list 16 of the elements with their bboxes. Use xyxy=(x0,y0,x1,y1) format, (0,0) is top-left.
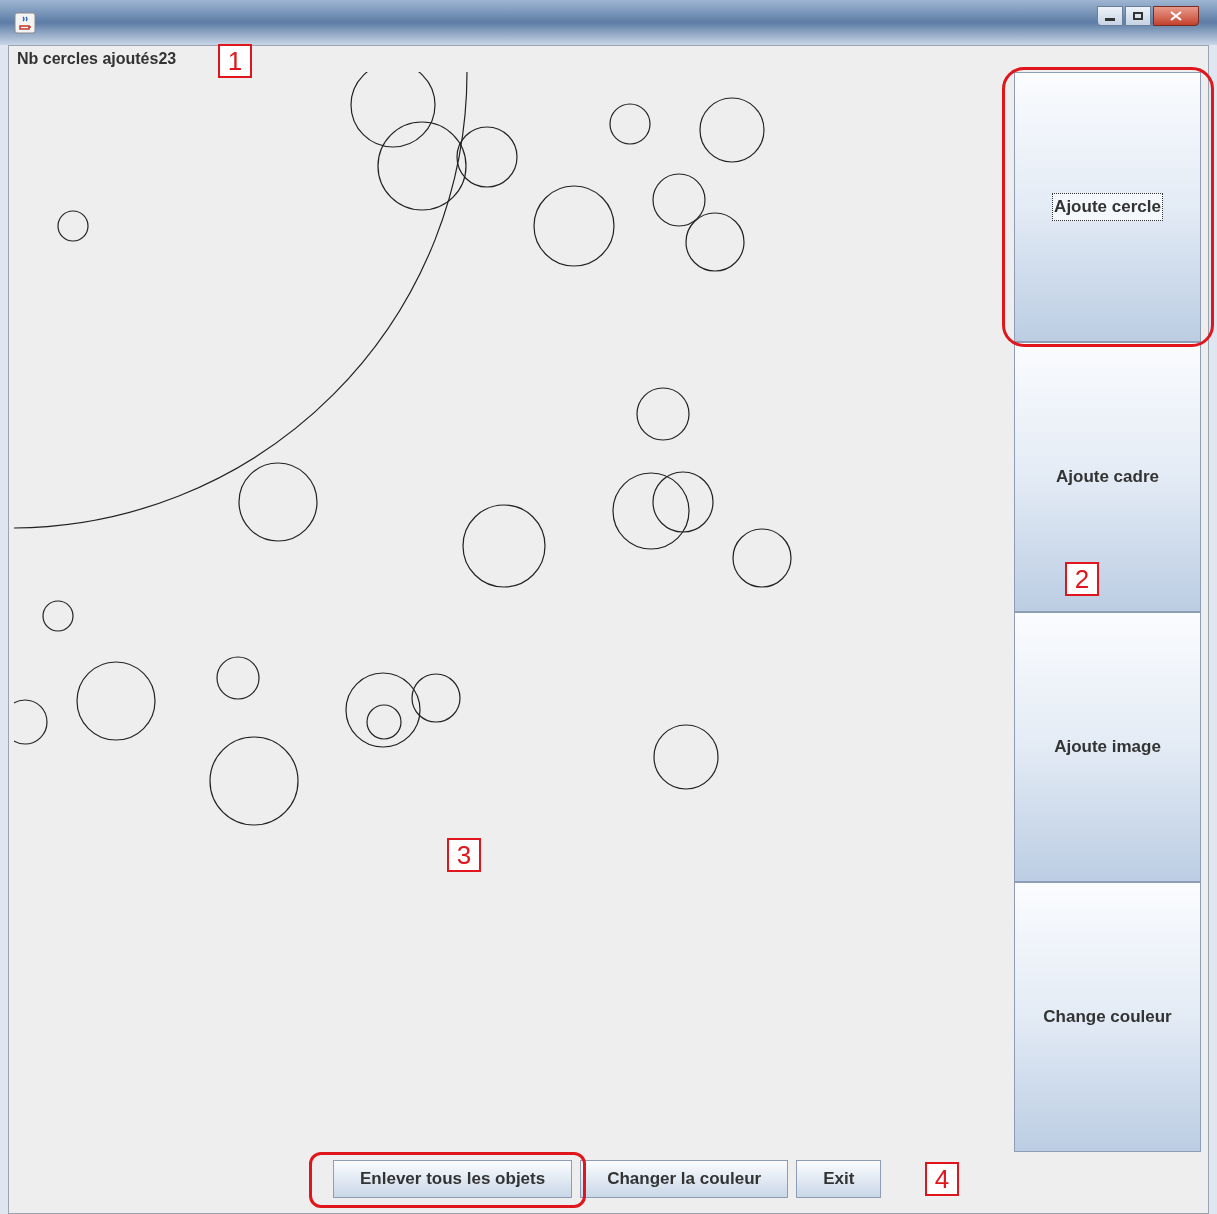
annotation-number: 2 xyxy=(1065,562,1099,596)
side-button[interactable]: Ajoute cercle xyxy=(1014,72,1201,342)
side-button[interactable]: Change couleur xyxy=(1014,882,1201,1152)
side-button[interactable]: Ajoute image xyxy=(1014,612,1201,882)
annotation-number: 1 xyxy=(218,44,252,78)
bottom-button[interactable]: Exit xyxy=(796,1160,882,1198)
close-icon xyxy=(1170,11,1182,21)
minimize-button[interactable] xyxy=(1097,6,1123,26)
close-button[interactable] xyxy=(1153,6,1199,26)
bottom-button[interactable]: Enlever tous les objets xyxy=(333,1160,573,1198)
java-cup-icon xyxy=(14,12,36,34)
maximize-button[interactable] xyxy=(1125,6,1151,26)
annotation-number: 4 xyxy=(925,1162,959,1196)
bottom-button[interactable]: Changer la couleur xyxy=(580,1160,789,1198)
circle-count-label: Nb cercles ajoutés23 xyxy=(17,49,177,69)
annotation-number: 3 xyxy=(447,838,481,872)
